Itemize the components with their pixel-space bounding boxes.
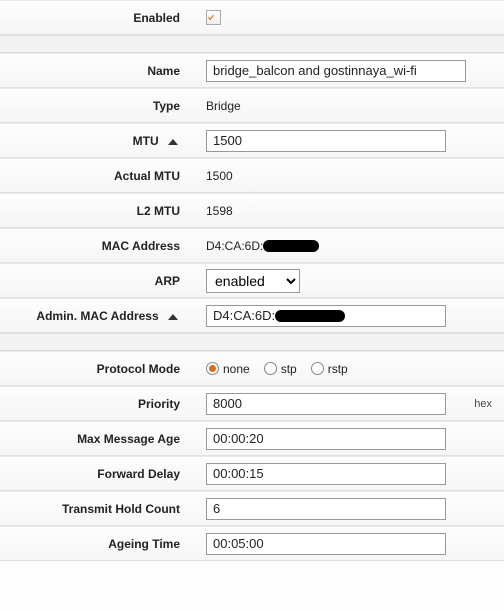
type-label: Type <box>0 99 190 113</box>
priority-input[interactable] <box>206 393 446 415</box>
section-gap-2 <box>0 333 504 351</box>
priority-label: Priority <box>0 397 190 411</box>
priority-suffix: hex <box>474 398 492 410</box>
ageing-label: Ageing Time <box>0 537 190 551</box>
section-gap <box>0 35 504 53</box>
thc-input[interactable] <box>206 498 446 520</box>
type-value: Bridge <box>206 99 241 113</box>
arp-select[interactable]: enabled <box>206 269 300 293</box>
actual-mtu-label: Actual MTU <box>0 169 190 183</box>
forward-delay-input[interactable] <box>206 463 446 485</box>
protocol-radio-stp[interactable]: stp <box>264 362 297 376</box>
mtu-collapse-icon[interactable] <box>166 139 180 145</box>
max-msg-age-label: Max Message Age <box>0 432 190 446</box>
radio-label: stp <box>281 362 297 376</box>
admin-mac-collapse-icon[interactable] <box>166 314 180 320</box>
l2mtu-label: L2 MTU <box>0 204 190 218</box>
mtu-input[interactable] <box>206 130 446 152</box>
admin-mac-label: Admin. MAC Address <box>0 309 190 323</box>
admin-mac-input[interactable]: D4:CA:6D: <box>206 305 446 327</box>
mac-value: D4:CA:6D: <box>206 239 263 253</box>
max-msg-age-input[interactable] <box>206 428 446 450</box>
thc-label: Transmit Hold Count <box>0 502 190 516</box>
arp-label: ARP <box>0 274 190 288</box>
mac-redacted-icon <box>263 240 319 252</box>
protocol-radio-none[interactable]: none <box>206 362 250 376</box>
radio-icon <box>311 362 324 375</box>
radio-label: none <box>223 362 250 376</box>
protocol-radio-rstp[interactable]: rstp <box>311 362 348 376</box>
enabled-label: Enabled <box>0 11 190 25</box>
radio-icon <box>206 362 219 375</box>
mtu-label: MTU <box>0 134 190 148</box>
mac-label: MAC Address <box>0 239 190 253</box>
protocol-mode-label: Protocol Mode <box>0 362 190 376</box>
l2mtu-value: 1598 <box>206 204 233 218</box>
enabled-checkbox[interactable] <box>206 10 221 25</box>
name-label: Name <box>0 64 190 78</box>
radio-icon <box>264 362 277 375</box>
admin-mac-redacted-icon <box>275 310 345 322</box>
ageing-input[interactable] <box>206 533 446 555</box>
forward-delay-label: Forward Delay <box>0 467 190 481</box>
name-input[interactable] <box>206 60 466 82</box>
actual-mtu-value: 1500 <box>206 169 233 183</box>
radio-label: rstp <box>328 362 348 376</box>
admin-mac-prefix: D4:CA:6D: <box>213 308 275 323</box>
